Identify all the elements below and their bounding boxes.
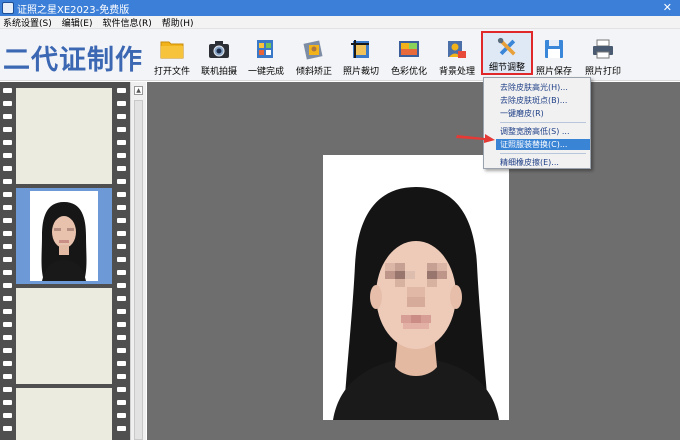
scrollbar-thumb[interactable] (134, 100, 143, 440)
color-optimize-button[interactable]: 色彩优化 (383, 35, 435, 77)
print-icon (593, 39, 613, 59)
color-optimize-icon (399, 41, 419, 57)
open-file-label: 打开文件 (153, 67, 190, 77)
save-photo-button[interactable]: 照片保存 (528, 35, 580, 77)
detail-adjust-label: 细节调整 (488, 63, 525, 73)
menu-item-clothing-replace[interactable]: 证照服装替换(C)... (496, 139, 590, 150)
toolbar: 二代证制作 打开文件 联机拍摄 一键完成 倾斜矫正 照片裁切 色彩优化 背景处理… (0, 29, 680, 81)
print-photo-button[interactable]: 照片打印 (577, 35, 629, 77)
thumbnail-slot-empty[interactable] (16, 388, 112, 440)
close-icon[interactable]: ✕ (663, 1, 672, 14)
print-photo-label: 照片打印 (584, 67, 621, 77)
film-holes-right (117, 88, 126, 440)
background-process-button[interactable]: 背景处理 (431, 35, 483, 77)
save-icon (545, 40, 563, 58)
crop-button[interactable]: 照片裁切 (335, 35, 387, 77)
scroll-up-icon[interactable]: ▲ (134, 86, 143, 95)
detail-adjust-icon (497, 37, 516, 56)
color-optimize-label: 色彩优化 (390, 67, 427, 77)
tethered-shoot-label: 联机拍摄 (200, 67, 237, 77)
portrait-image (323, 155, 509, 420)
tilt-correction-label: 倾斜矫正 (295, 67, 332, 77)
menu-separator (500, 153, 586, 154)
background-process-label: 背景处理 (438, 67, 475, 77)
menu-edit[interactable]: 编辑(E) (62, 16, 93, 29)
save-photo-label: 照片保存 (535, 67, 572, 77)
thumbnail-selected[interactable] (16, 188, 112, 284)
menu-system-settings[interactable]: 系统设置(S) (3, 16, 52, 29)
app-logo: 二代证制作 (3, 45, 143, 76)
film-icon (257, 40, 273, 58)
tilt-correction-button[interactable]: 倾斜矫正 (288, 35, 340, 77)
detail-adjust-button[interactable]: 细节调整 (481, 31, 533, 75)
thumbnail-slot-empty[interactable] (16, 88, 112, 184)
crop-icon (351, 40, 369, 58)
crop-label: 照片裁切 (342, 67, 379, 77)
film-holes-left (3, 88, 12, 440)
thumbnail-scrollbar[interactable]: ▲ (130, 82, 146, 440)
folder-icon (160, 41, 184, 59)
menu-bar: 系统设置(S) 编辑(E) 软件信息(R) 帮助(H) (0, 16, 680, 29)
menu-software-info[interactable]: 软件信息(R) (102, 16, 151, 29)
window-title: 证照之星XE2023-免费版 (17, 4, 130, 16)
open-file-button[interactable]: 打开文件 (146, 35, 198, 77)
camera-icon (209, 41, 229, 58)
app-icon (2, 2, 14, 14)
menu-help[interactable]: 帮助(H) (162, 16, 194, 29)
tilt-correction-icon (303, 40, 323, 60)
thumbnail-strip (0, 82, 146, 440)
thumbnail-portrait (30, 191, 98, 281)
one-click-label: 一键完成 (247, 67, 284, 77)
menu-item-one-click-smooth[interactable]: 一键磨皮(R) (500, 108, 544, 119)
menu-item-remove-skin-spots[interactable]: 去除皮肤斑点(B)... (500, 95, 567, 106)
title-bar: 证照之星XE2023-免费版 ✕ (0, 0, 680, 16)
detail-adjust-menu: 去除皮肤高光(H)... 去除皮肤斑点(B)... 一键磨皮(R) 调整宽膀高低… (483, 77, 591, 169)
id-photo-preview[interactable] (323, 155, 509, 420)
editing-canvas (147, 82, 680, 440)
menu-item-fine-eraser[interactable]: 精细橡皮擦(E)... (500, 157, 559, 168)
one-click-button[interactable]: 一键完成 (240, 35, 292, 77)
pointer-arrow-icon (456, 134, 495, 143)
thumbnail-slot-empty[interactable] (16, 288, 112, 384)
menu-item-remove-skin-highlight[interactable]: 去除皮肤高光(H)... (500, 82, 568, 93)
menu-separator (500, 122, 586, 123)
tethered-shoot-button[interactable]: 联机拍摄 (193, 35, 245, 77)
menu-item-adjust-shoulders[interactable]: 调整宽膀高低(S) ... (500, 126, 570, 137)
background-icon (448, 41, 466, 58)
